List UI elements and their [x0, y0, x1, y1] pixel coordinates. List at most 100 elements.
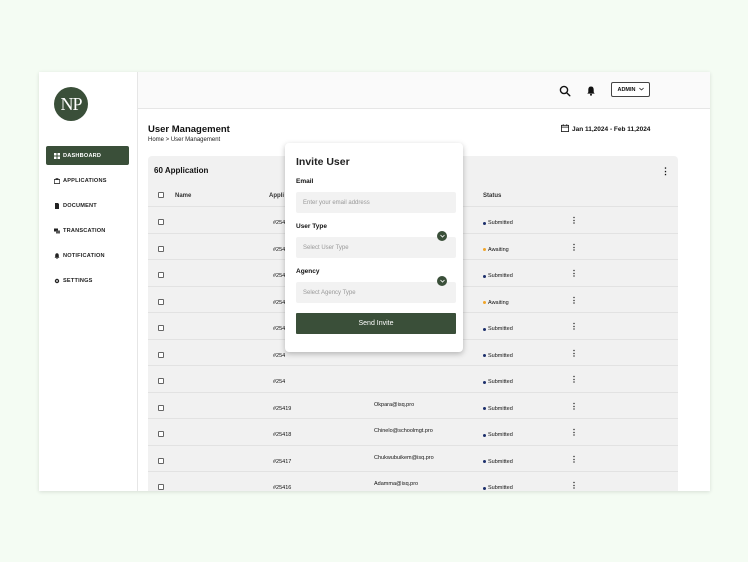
row-checkbox[interactable] — [158, 298, 164, 305]
row-actions-icon[interactable]: ⋮ — [570, 349, 578, 358]
application-id: #25416 — [273, 485, 292, 491]
user-email: Chukwubuikem@isq.pro — [374, 454, 434, 461]
status-badge: Submitted — [483, 220, 513, 226]
status-dot — [483, 221, 486, 225]
sidebar-item-label: TRANSCATION — [63, 227, 106, 234]
row-actions-icon[interactable]: ⋮ — [570, 455, 578, 464]
sidebar: NP DASHBOARD APPLICATIONS DOCUMENT TRANS… — [39, 72, 138, 491]
row-checkbox[interactable] — [158, 484, 164, 490]
row-actions-icon[interactable]: ⋮ — [570, 481, 578, 490]
application-id: #254 — [273, 299, 286, 306]
row-actions-icon[interactable]: ⋮ — [570, 402, 578, 411]
sidebar-nav: DASHBOARD APPLICATIONS DOCUMENT TRANSCAT… — [46, 146, 129, 296]
application-id: #25418 — [273, 432, 292, 438]
agency-placeholder: Select Agency Type — [303, 289, 356, 296]
row-actions-icon[interactable]: ⋮ — [570, 375, 578, 384]
status-text: Submitted — [488, 458, 513, 465]
row-actions-icon[interactable]: ⋮ — [570, 243, 578, 252]
date-range-picker[interactable]: Jan 11,2024 - Feb 11,2024 — [561, 124, 650, 134]
sidebar-item-notification[interactable]: NOTIFICATION — [46, 246, 129, 265]
status-text: Submitted — [488, 220, 513, 226]
document-icon — [53, 202, 60, 209]
status-badge: Submitted — [483, 406, 513, 412]
status-text: Submitted — [488, 352, 513, 359]
grid-icon — [53, 152, 60, 159]
transaction-icon — [53, 227, 60, 234]
briefcase-icon — [53, 177, 60, 184]
row-checkbox[interactable] — [158, 404, 164, 411]
status-dot — [483, 460, 486, 463]
table-row[interactable]: #25417 Chukwubuikem@isq.pro Submitted ⋮ — [148, 444, 678, 472]
row-actions-icon[interactable]: ⋮ — [570, 296, 578, 305]
row-checkbox[interactable] — [158, 378, 164, 384]
sidebar-item-settings[interactable]: SETTINGS — [46, 271, 129, 290]
date-range-text: Jan 11,2024 - Feb 11,2024 — [572, 125, 651, 133]
top-bar: ADMIN — [138, 72, 710, 109]
agency-select[interactable]: Select Agency Type — [296, 276, 456, 303]
column-header-status: Status — [483, 193, 502, 199]
email-label: Email — [296, 178, 314, 185]
status-dot — [483, 433, 486, 437]
invite-user-modal: Invite User Email Enter your email addre… — [285, 143, 463, 352]
send-invite-button[interactable]: Send Invite — [296, 313, 456, 334]
sidebar-item-dashboard[interactable]: DASHBOARD — [46, 146, 129, 165]
chevron-down-icon[interactable] — [437, 276, 447, 286]
status-badge: Submitted — [483, 273, 513, 279]
row-actions-icon[interactable]: ⋮ — [570, 428, 578, 437]
row-checkbox[interactable] — [158, 431, 164, 437]
row-checkbox[interactable] — [158, 245, 164, 252]
more-vertical-icon[interactable]: ⋮ — [661, 166, 670, 177]
select-all-checkbox[interactable] — [158, 192, 164, 198]
user-email: Adamma@isq.pro — [374, 481, 419, 487]
user-email: Okpara@isq.pro — [374, 401, 415, 408]
row-checkbox[interactable] — [158, 219, 164, 225]
status-dot — [483, 380, 486, 384]
status-dot — [483, 354, 486, 357]
user-type-select[interactable]: Select User Type — [296, 231, 456, 258]
status-dot — [483, 327, 486, 331]
breadcrumb[interactable]: Home > User Management — [148, 137, 220, 143]
row-checkbox[interactable] — [158, 272, 164, 278]
application-id: #25417 — [273, 458, 292, 465]
status-text: Submitted — [488, 326, 513, 332]
column-header-application: Appli — [269, 193, 284, 199]
application-id: #254 — [273, 326, 286, 332]
table-row[interactable]: #25418 Chinelo@schoolmgt.pro Submitted ⋮ — [148, 418, 678, 445]
row-actions-icon[interactable]: ⋮ — [570, 216, 578, 225]
user-type-placeholder: Select User Type — [303, 244, 349, 251]
gear-icon — [53, 277, 60, 284]
chevron-down-icon[interactable] — [437, 231, 447, 241]
status-badge: Awaiting — [483, 247, 509, 253]
agency-label: Agency — [296, 268, 320, 275]
row-actions-icon[interactable]: ⋮ — [570, 269, 578, 278]
table-row[interactable]: #25416 Adamma@isq.pro Submitted ⋮ — [148, 471, 678, 491]
status-dot — [483, 301, 486, 304]
sidebar-item-applications[interactable]: APPLICATIONS — [46, 171, 129, 190]
status-dot — [483, 274, 486, 278]
status-text: Submitted — [488, 432, 513, 438]
table-row[interactable]: #25419 Okpara@isq.pro Submitted ⋮ — [148, 391, 678, 419]
row-actions-icon[interactable]: ⋮ — [570, 322, 578, 331]
table-row[interactable]: #254 Submitted ⋮ — [148, 365, 678, 392]
row-checkbox[interactable] — [158, 457, 164, 464]
search-icon[interactable] — [559, 84, 571, 97]
email-field[interactable]: Enter your email address — [296, 192, 456, 213]
bell-icon[interactable] — [585, 84, 597, 96]
sidebar-item-label: SETTINGS — [63, 277, 93, 284]
calendar-icon — [561, 124, 569, 134]
user-type-label: User Type — [296, 223, 327, 230]
row-checkbox[interactable] — [158, 325, 164, 331]
row-checkbox[interactable] — [158, 351, 164, 358]
sidebar-item-label: NOTIFICATION — [63, 252, 105, 259]
sidebar-item-label: APPLICATIONS — [63, 177, 107, 184]
card-title: 60 Application — [154, 166, 209, 175]
application-id: #254 — [273, 246, 286, 253]
status-badge: Submitted — [483, 459, 513, 465]
status-badge: Awaiting — [483, 300, 509, 306]
status-badge: Submitted — [483, 326, 513, 332]
sidebar-item-document[interactable]: DOCUMENT — [46, 196, 129, 215]
status-text: Submitted — [488, 405, 513, 412]
sidebar-item-transaction[interactable]: TRANSCATION — [46, 221, 129, 240]
status-text: Awaiting — [488, 299, 509, 306]
admin-dropdown[interactable]: ADMIN — [611, 82, 650, 97]
